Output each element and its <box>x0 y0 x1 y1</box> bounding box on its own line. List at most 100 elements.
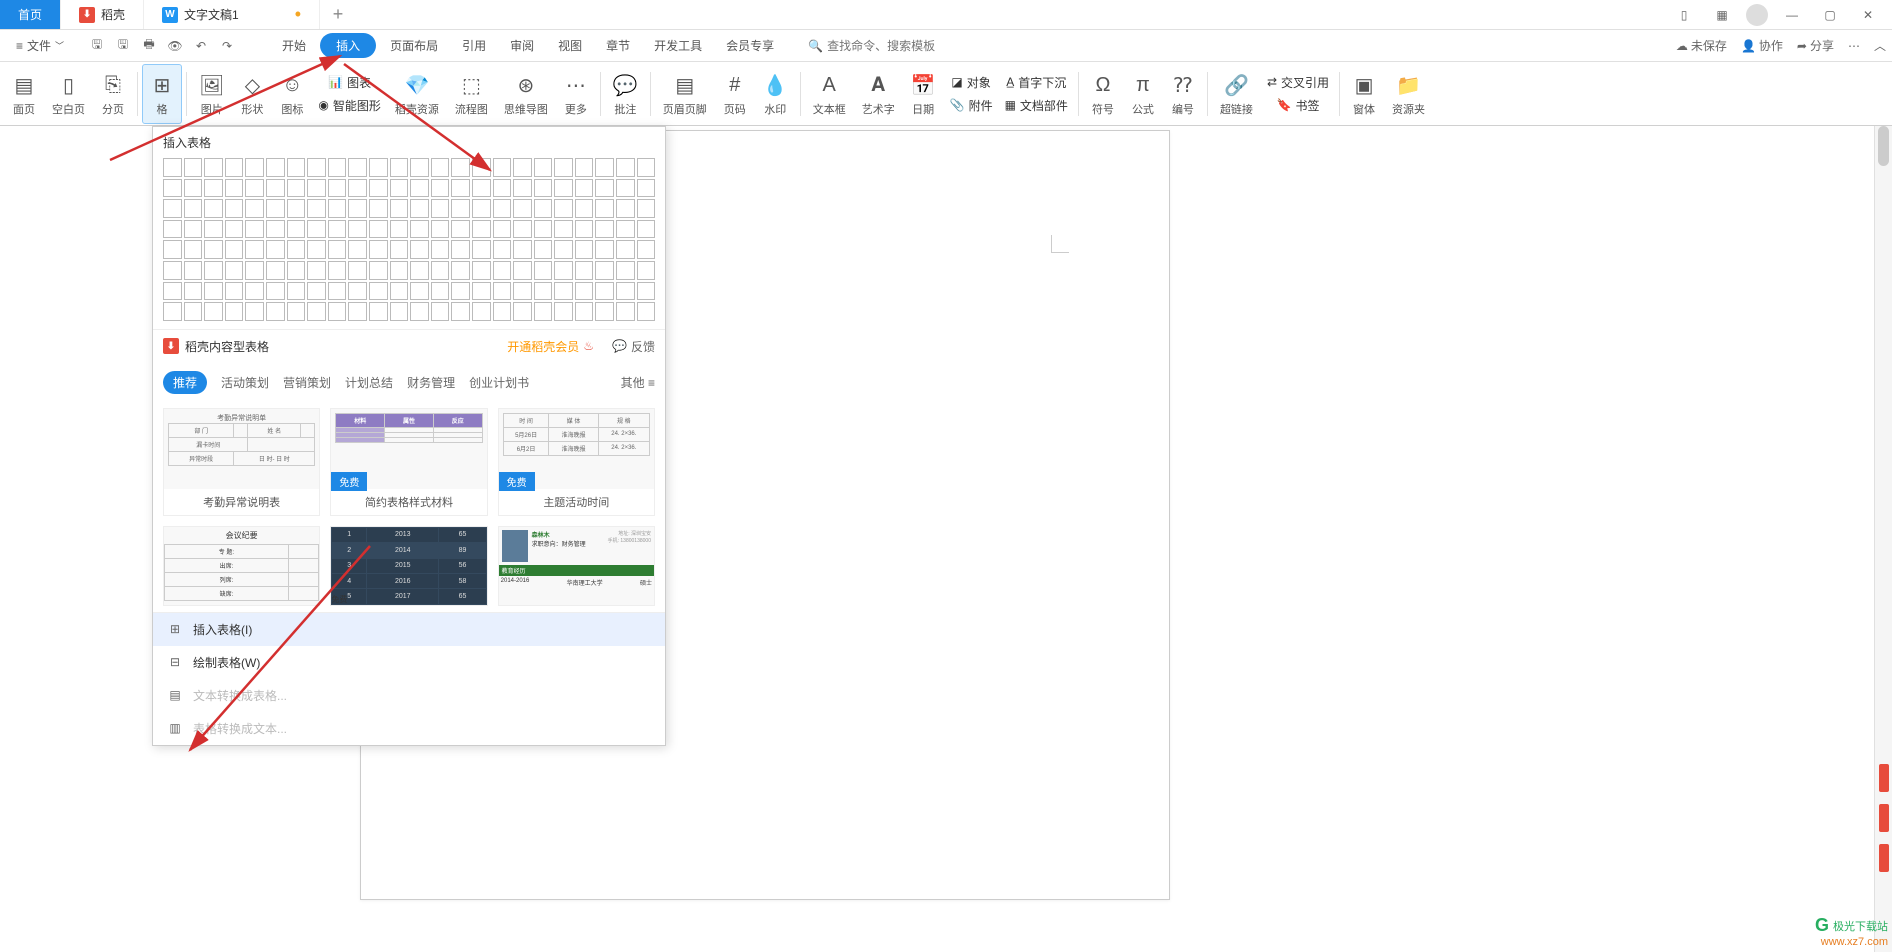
grid-cell[interactable] <box>390 302 409 321</box>
more-menu-icon[interactable]: ⋯ <box>1848 39 1860 53</box>
grid-cell[interactable] <box>637 302 656 321</box>
grid-cell[interactable] <box>616 302 635 321</box>
grid-cell[interactable] <box>390 282 409 301</box>
grid-cell[interactable] <box>369 179 388 198</box>
grid-cell[interactable] <box>431 240 450 259</box>
tag-other[interactable]: 其他 ≡ <box>621 374 655 391</box>
grid-cell[interactable] <box>595 261 614 280</box>
template-dark-table[interactable]: 12013652201489320155642016585201765 免费 <box>330 526 487 606</box>
ribbon-mindmap[interactable]: ⊛思维导图 <box>496 64 556 124</box>
grid-cell[interactable] <box>328 179 347 198</box>
menu-view[interactable]: 视图 <box>548 33 592 58</box>
ribbon-object[interactable]: ◪对象 <box>944 72 999 93</box>
grid-cell[interactable] <box>287 302 306 321</box>
grid-cell[interactable] <box>390 158 409 177</box>
grid-cell[interactable] <box>575 282 594 301</box>
tab-docer[interactable]: ⬇ 稻壳 <box>61 0 144 29</box>
template-simple-material[interactable]: 材料属性反应 免费 简约表格样式材料 <box>330 408 487 516</box>
grid-cell[interactable] <box>245 261 264 280</box>
undo-icon[interactable]: ↶ <box>192 37 210 55</box>
grid-cell[interactable] <box>575 199 594 218</box>
grid-cell[interactable] <box>595 302 614 321</box>
grid-cell[interactable] <box>513 199 532 218</box>
grid-cell[interactable] <box>534 158 553 177</box>
menu-reference[interactable]: 引用 <box>452 33 496 58</box>
grid-cell[interactable] <box>163 302 182 321</box>
grid-cell[interactable] <box>184 158 203 177</box>
grid-cell[interactable] <box>204 302 223 321</box>
grid-cell[interactable] <box>348 261 367 280</box>
grid-cell[interactable] <box>348 158 367 177</box>
grid-cell[interactable] <box>616 282 635 301</box>
grid-cell[interactable] <box>637 261 656 280</box>
grid-cell[interactable] <box>616 240 635 259</box>
grid-cell[interactable] <box>348 240 367 259</box>
grid-cell[interactable] <box>163 220 182 239</box>
ribbon-more[interactable]: ⋯更多 <box>556 64 596 124</box>
ribbon-chart[interactable]: 📊图表 <box>312 72 387 93</box>
grid-cell[interactable] <box>204 199 223 218</box>
save-as-icon[interactable]: 🖫 <box>114 37 132 55</box>
grid-cell[interactable] <box>410 158 429 177</box>
grid-cell[interactable] <box>245 302 264 321</box>
template-event-time[interactable]: 时 间媒 体规 格5月26日淮海晚报24. 2×36.6月2日淮海晚报24. 2… <box>498 408 655 516</box>
grid-cell[interactable] <box>348 282 367 301</box>
grid-cell[interactable] <box>554 282 573 301</box>
ribbon-cover-page[interactable]: ▤面页 <box>4 64 44 124</box>
coop-button[interactable]: 👤 协作 <box>1741 37 1783 54</box>
tag-marketing[interactable]: 营销策划 <box>283 374 331 391</box>
grid-cell[interactable] <box>163 240 182 259</box>
ribbon-header-footer[interactable]: ▤页眉页脚 <box>655 64 715 124</box>
grid-cell[interactable] <box>163 158 182 177</box>
grid-cell[interactable] <box>472 302 491 321</box>
grid-cell[interactable] <box>287 282 306 301</box>
grid-cell[interactable] <box>431 199 450 218</box>
template-resume[interactable]: 森林木 求职意向：财务管理 地址: 深圳宝安手机: 13800138000 教育… <box>498 526 655 606</box>
grid-cell[interactable] <box>369 240 388 259</box>
ribbon-flowchart[interactable]: ⬚流程图 <box>447 64 496 124</box>
grid-cell[interactable] <box>575 179 594 198</box>
ribbon-window[interactable]: ▣窗体 <box>1344 64 1384 124</box>
grid-cell[interactable] <box>163 282 182 301</box>
grid-cell[interactable] <box>287 240 306 259</box>
grid-cell[interactable] <box>637 240 656 259</box>
menu-dev-tools[interactable]: 开发工具 <box>644 33 712 58</box>
ribbon-date[interactable]: 📅日期 <box>903 64 944 124</box>
grid-cell[interactable] <box>575 158 594 177</box>
grid-cell[interactable] <box>225 179 244 198</box>
grid-cell[interactable] <box>287 199 306 218</box>
template-meeting-minutes[interactable]: 会议纪要 专 题:出席:列席:缺席: <box>163 526 320 606</box>
grid-cell[interactable] <box>225 240 244 259</box>
grid-cell[interactable] <box>410 282 429 301</box>
tab-document[interactable]: W 文字文稿1 • <box>144 0 320 29</box>
grid-cell[interactable] <box>307 302 326 321</box>
menu-insert[interactable]: 插入 <box>320 33 376 58</box>
menu-section[interactable]: 章节 <box>596 33 640 58</box>
grid-cell[interactable] <box>328 302 347 321</box>
grid-cell[interactable] <box>451 158 470 177</box>
tag-event-plan[interactable]: 活动策划 <box>221 374 269 391</box>
template-attendance[interactable]: 考勤异常说明单 部 门姓 名漏卡时间异常时段日 时- 日 时 考勤异常说明表 <box>163 408 320 516</box>
grid-cell[interactable] <box>472 240 491 259</box>
grid-cell[interactable] <box>369 282 388 301</box>
grid-cell[interactable] <box>245 179 264 198</box>
grid-cell[interactable] <box>513 179 532 198</box>
grid-cell[interactable] <box>513 240 532 259</box>
grid-cell[interactable] <box>431 261 450 280</box>
ribbon-blank-page[interactable]: ▯空白页 <box>44 64 93 124</box>
grid-cell[interactable] <box>554 302 573 321</box>
user-avatar[interactable] <box>1746 4 1768 26</box>
tag-recommend[interactable]: 推荐 <box>163 371 207 394</box>
ribbon-page-number[interactable]: #页码 <box>715 64 755 124</box>
grid-cell[interactable] <box>410 179 429 198</box>
grid-cell[interactable] <box>595 220 614 239</box>
grid-cell[interactable] <box>493 220 512 239</box>
ribbon-symbol[interactable]: Ω符号 <box>1083 64 1123 124</box>
tab-home[interactable]: 首页 <box>0 0 61 29</box>
grid-cell[interactable] <box>513 261 532 280</box>
grid-cell[interactable] <box>266 302 285 321</box>
grid-cell[interactable] <box>307 240 326 259</box>
grid-cell[interactable] <box>616 261 635 280</box>
ribbon-drop-cap[interactable]: A̲首字下沉 <box>999 72 1074 93</box>
grid-cell[interactable] <box>307 158 326 177</box>
